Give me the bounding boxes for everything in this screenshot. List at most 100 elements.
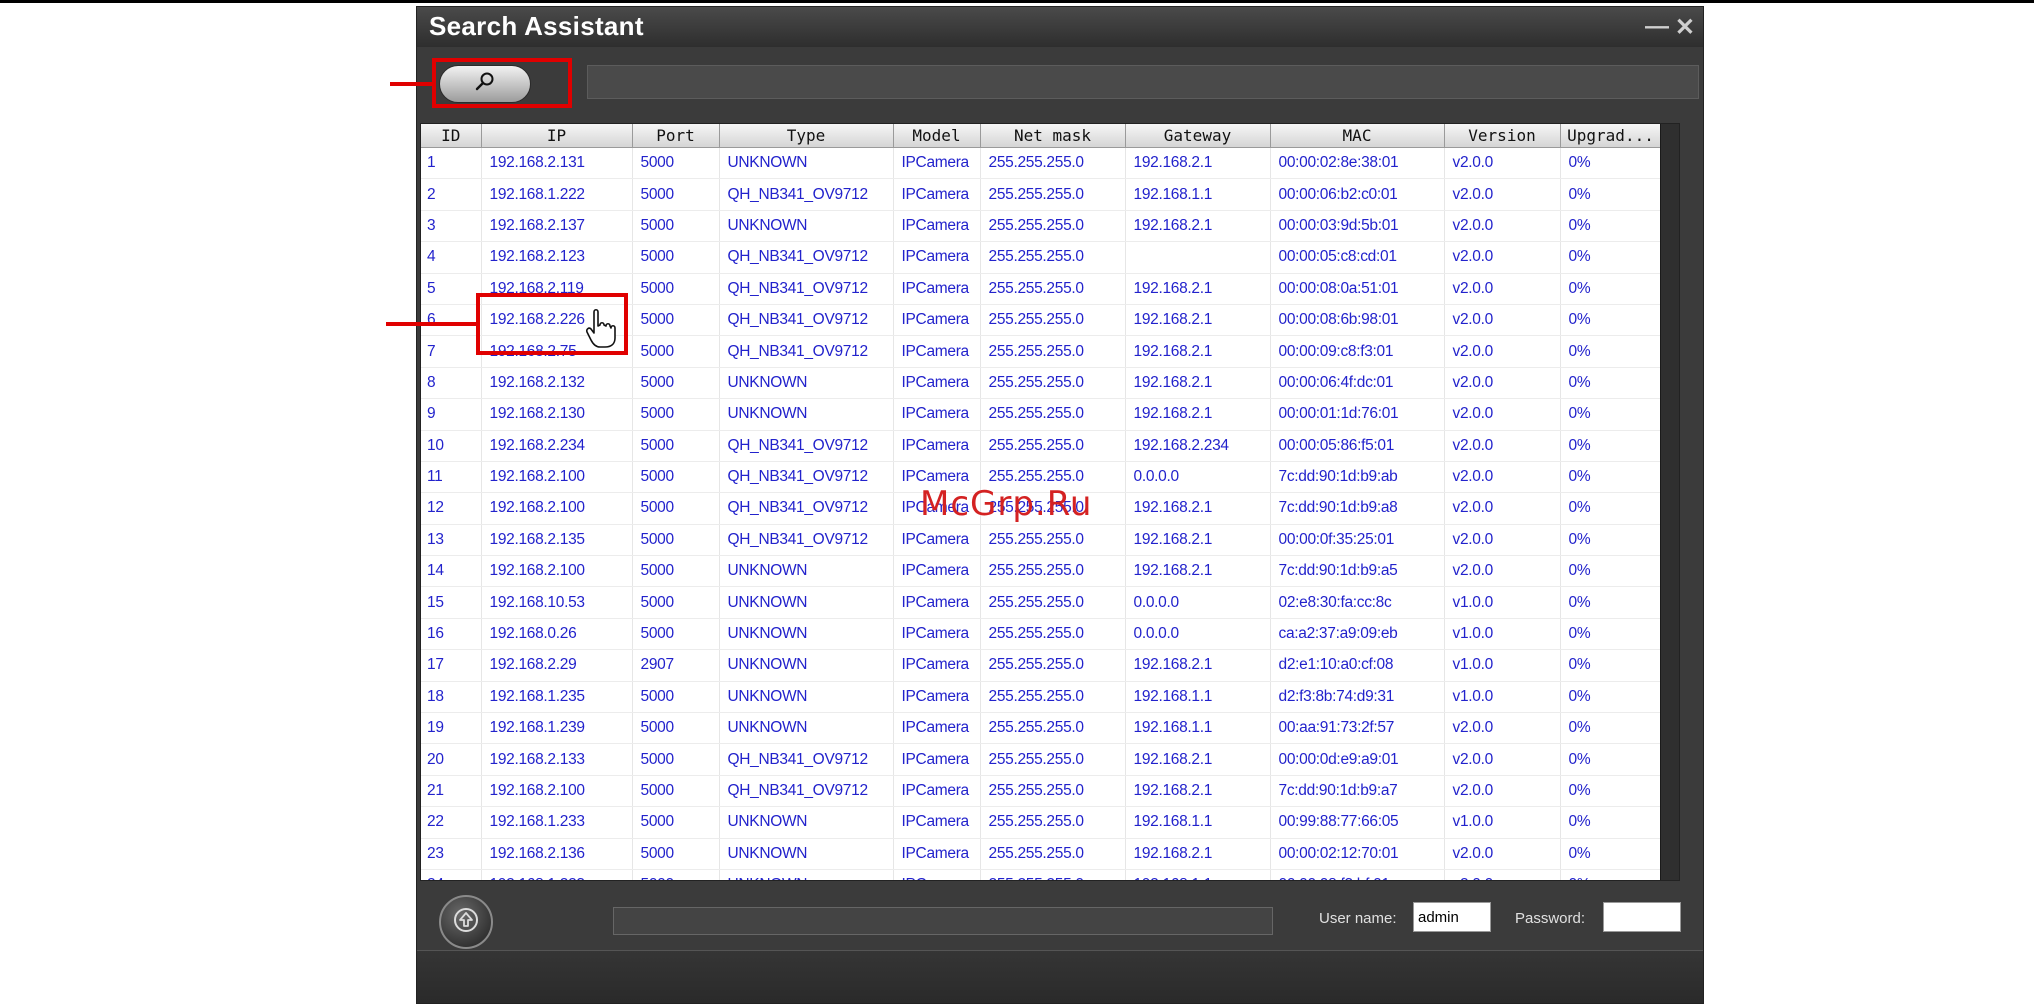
cell-version: v2.0.0 [1444,775,1561,808]
cell-gateway: 192.168.2.1 [1125,524,1271,557]
cell-id: 18 [421,681,482,714]
cell-ip: 192.168.2.130 [481,398,633,431]
cell-mac: 00:00:0d:e9:a9:01 [1270,743,1445,776]
cell-ip: 192.168.2.131 [481,147,633,180]
cell-type: UNKNOWN [719,147,894,180]
cell-version: v2.0.0 [1444,555,1561,588]
table-row[interactable]: 8 192.168.2.132 5000 UNKNOWN IPCamera 255.255… [421,367,1662,400]
minimize-button[interactable]: — [1645,13,1669,41]
cell-upgrade: 0% [1560,806,1662,839]
cell-type: UNKNOWN [719,806,894,839]
cell-gateway: 192.168.2.1 [1125,775,1271,808]
cell-version: v2.0.0 [1444,492,1561,525]
cell-model: IPCamera [893,430,981,462]
page-top-rule [0,0,2034,3]
vertical-scrollbar[interactable] [1660,124,1679,880]
cell-upgrade: 0% [1560,241,1662,274]
cell-netmask: 255.255.255.0 [980,210,1126,243]
table-row[interactable]: 21 192.168.2.100 5000 QH_NB341_OV9712 IPCame… [421,775,1662,808]
cell-ip: 192.168.2.29 [481,649,633,682]
table-row[interactable]: 16 192.168.0.26 5000 UNKNOWN IPCamera 255.255… [421,618,1662,651]
cell-version: v2.0.0 [1444,430,1561,462]
cell-type: QH_NB341_OV9712 [719,430,894,462]
cell-type: UNKNOWN [719,210,894,243]
cell-id: 4 [421,241,482,274]
column-header-upgrade[interactable]: Upgrad... [1560,124,1662,148]
column-header-version[interactable]: Version [1444,124,1561,148]
table-row[interactable]: 22 192.168.1.233 5000 UNKNOWN IPCamera 255.25… [421,806,1662,839]
cell-version: v2.0.0 [1444,304,1561,337]
cell-type: UNKNOWN [719,618,894,651]
cell-version: v2.0.0 [1444,869,1561,880]
column-header-id[interactable]: ID [421,124,482,148]
column-header-mac[interactable]: MAC [1270,124,1445,148]
table-row[interactable]: 17 192.168.2.29 2907 UNKNOWN IPCamera 255.255… [421,649,1662,682]
cell-model: IPCamera [893,273,981,305]
cell-model: IPCamera [893,210,981,243]
cell-upgrade: 0% [1560,649,1662,682]
cell-ip: 192.168.2.132 [481,367,633,400]
cell-upgrade: 0% [1560,461,1662,494]
cell-version: v2.0.0 [1444,367,1561,400]
cell-gateway: 192.168.1.1 [1125,681,1271,714]
cell-type: UNKNOWN [719,398,894,431]
upgrade-file-field[interactable] [613,907,1273,935]
cell-gateway: 192.168.2.1 [1125,304,1271,337]
cell-upgrade: 0% [1560,681,1662,714]
cell-upgrade: 0% [1560,555,1662,588]
username-input[interactable] [1413,902,1491,932]
table-row[interactable]: 9 192.168.2.130 5000 UNKNOWN IPCamera 255.255… [421,398,1662,431]
cell-upgrade: 0% [1560,398,1662,431]
table-row[interactable]: 10 192.168.2.234 5000 QH_NB341_OV9712 IPCame… [421,430,1662,462]
table-row[interactable]: 1 192.168.2.131 5000 UNKNOWN IPCamera 255.255… [421,147,1662,180]
cell-gateway: 0.0.0.0 [1125,461,1271,494]
table-row[interactable]: 20 192.168.2.133 5000 QH_NB341_OV9712 IPCame… [421,743,1662,776]
cell-ip: 192.168.2.234 [481,430,633,462]
search-status-bar [587,65,1699,99]
cell-mac: 00:aa:91:73:2f:57 [1270,712,1445,745]
table-row[interactable]: 18 192.168.1.235 5000 UNKNOWN IPCamera 255.25… [421,681,1662,714]
table-row[interactable]: 4 192.168.2.123 5000 QH_NB341_OV9712 IPCamer… [421,241,1662,274]
cell-id: 20 [421,743,482,776]
table-row[interactable]: 2 192.168.1.222 5000 QH_NB341_OV9712 IPCamer… [421,178,1662,211]
table-row[interactable]: 23 192.168.2.136 5000 UNKNOWN IPCamera 255.25… [421,838,1662,870]
up-arrow-icon [453,907,479,938]
password-input[interactable] [1603,902,1681,932]
cell-version: v1.0.0 [1444,618,1561,651]
close-button[interactable]: ✕ [1675,13,1695,42]
cell-type: UNKNOWN [719,367,894,400]
cell-ip: 192.168.2.100 [481,775,633,808]
cell-gateway: 192.168.2.1 [1125,335,1271,368]
cell-type: QH_NB341_OV9712 [719,775,894,808]
table-row[interactable]: 14 192.168.2.100 5000 UNKNOWN IPCamera 255.25… [421,555,1662,588]
cell-version: v2.0.0 [1444,712,1561,745]
cell-type: QH_NB341_OV9712 [719,492,894,525]
cell-netmask: 255.255.255.0 [980,775,1126,808]
column-header-netmask[interactable]: Net mask [980,124,1126,148]
table-row[interactable]: 15 192.168.10.53 5000 UNKNOWN IPCamera 255.25… [421,586,1662,619]
cell-port: 5000 [632,806,720,839]
cell-type: QH_NB341_OV9712 [719,304,894,337]
cell-upgrade: 0% [1560,335,1662,368]
cell-ip: 192.168.0.26 [481,618,633,651]
cell-id: 17 [421,649,482,682]
column-header-ip[interactable]: IP [481,124,633,148]
table-row[interactable]: 24192.168.1.2235000UNKNOWNIPCamera255.25… [421,869,1662,880]
cell-id: 23 [421,838,482,870]
table-row[interactable]: 13 192.168.2.135 5000 QH_NB341_OV9712 IPCame… [421,524,1662,557]
cell-port: 5000 [632,743,720,776]
table-row[interactable]: 19 192.168.1.239 5000 UNKNOWN IPCamera 255.25… [421,712,1662,745]
column-header-gateway[interactable]: Gateway [1125,124,1271,148]
cell-model: IPCamera [893,649,981,682]
cell-mac: 7c:dd:90:1d:b9:ab [1270,461,1445,494]
column-header-port[interactable]: Port [632,124,720,148]
cell-id: 21 [421,775,482,808]
cell-type: QH_NB341_OV9712 [719,743,894,776]
table-row[interactable]: 3 192.168.2.137 5000 UNKNOWN IPCamera 255.255… [421,210,1662,243]
cell-version: v2.0.0 [1444,210,1561,243]
column-header-model[interactable]: Model [893,124,981,148]
cell-upgrade: 0% [1560,147,1662,180]
upgrade-button[interactable] [439,895,493,949]
column-header-type[interactable]: Type [719,124,894,148]
cell-ip: 192.168.10.53 [481,586,633,619]
